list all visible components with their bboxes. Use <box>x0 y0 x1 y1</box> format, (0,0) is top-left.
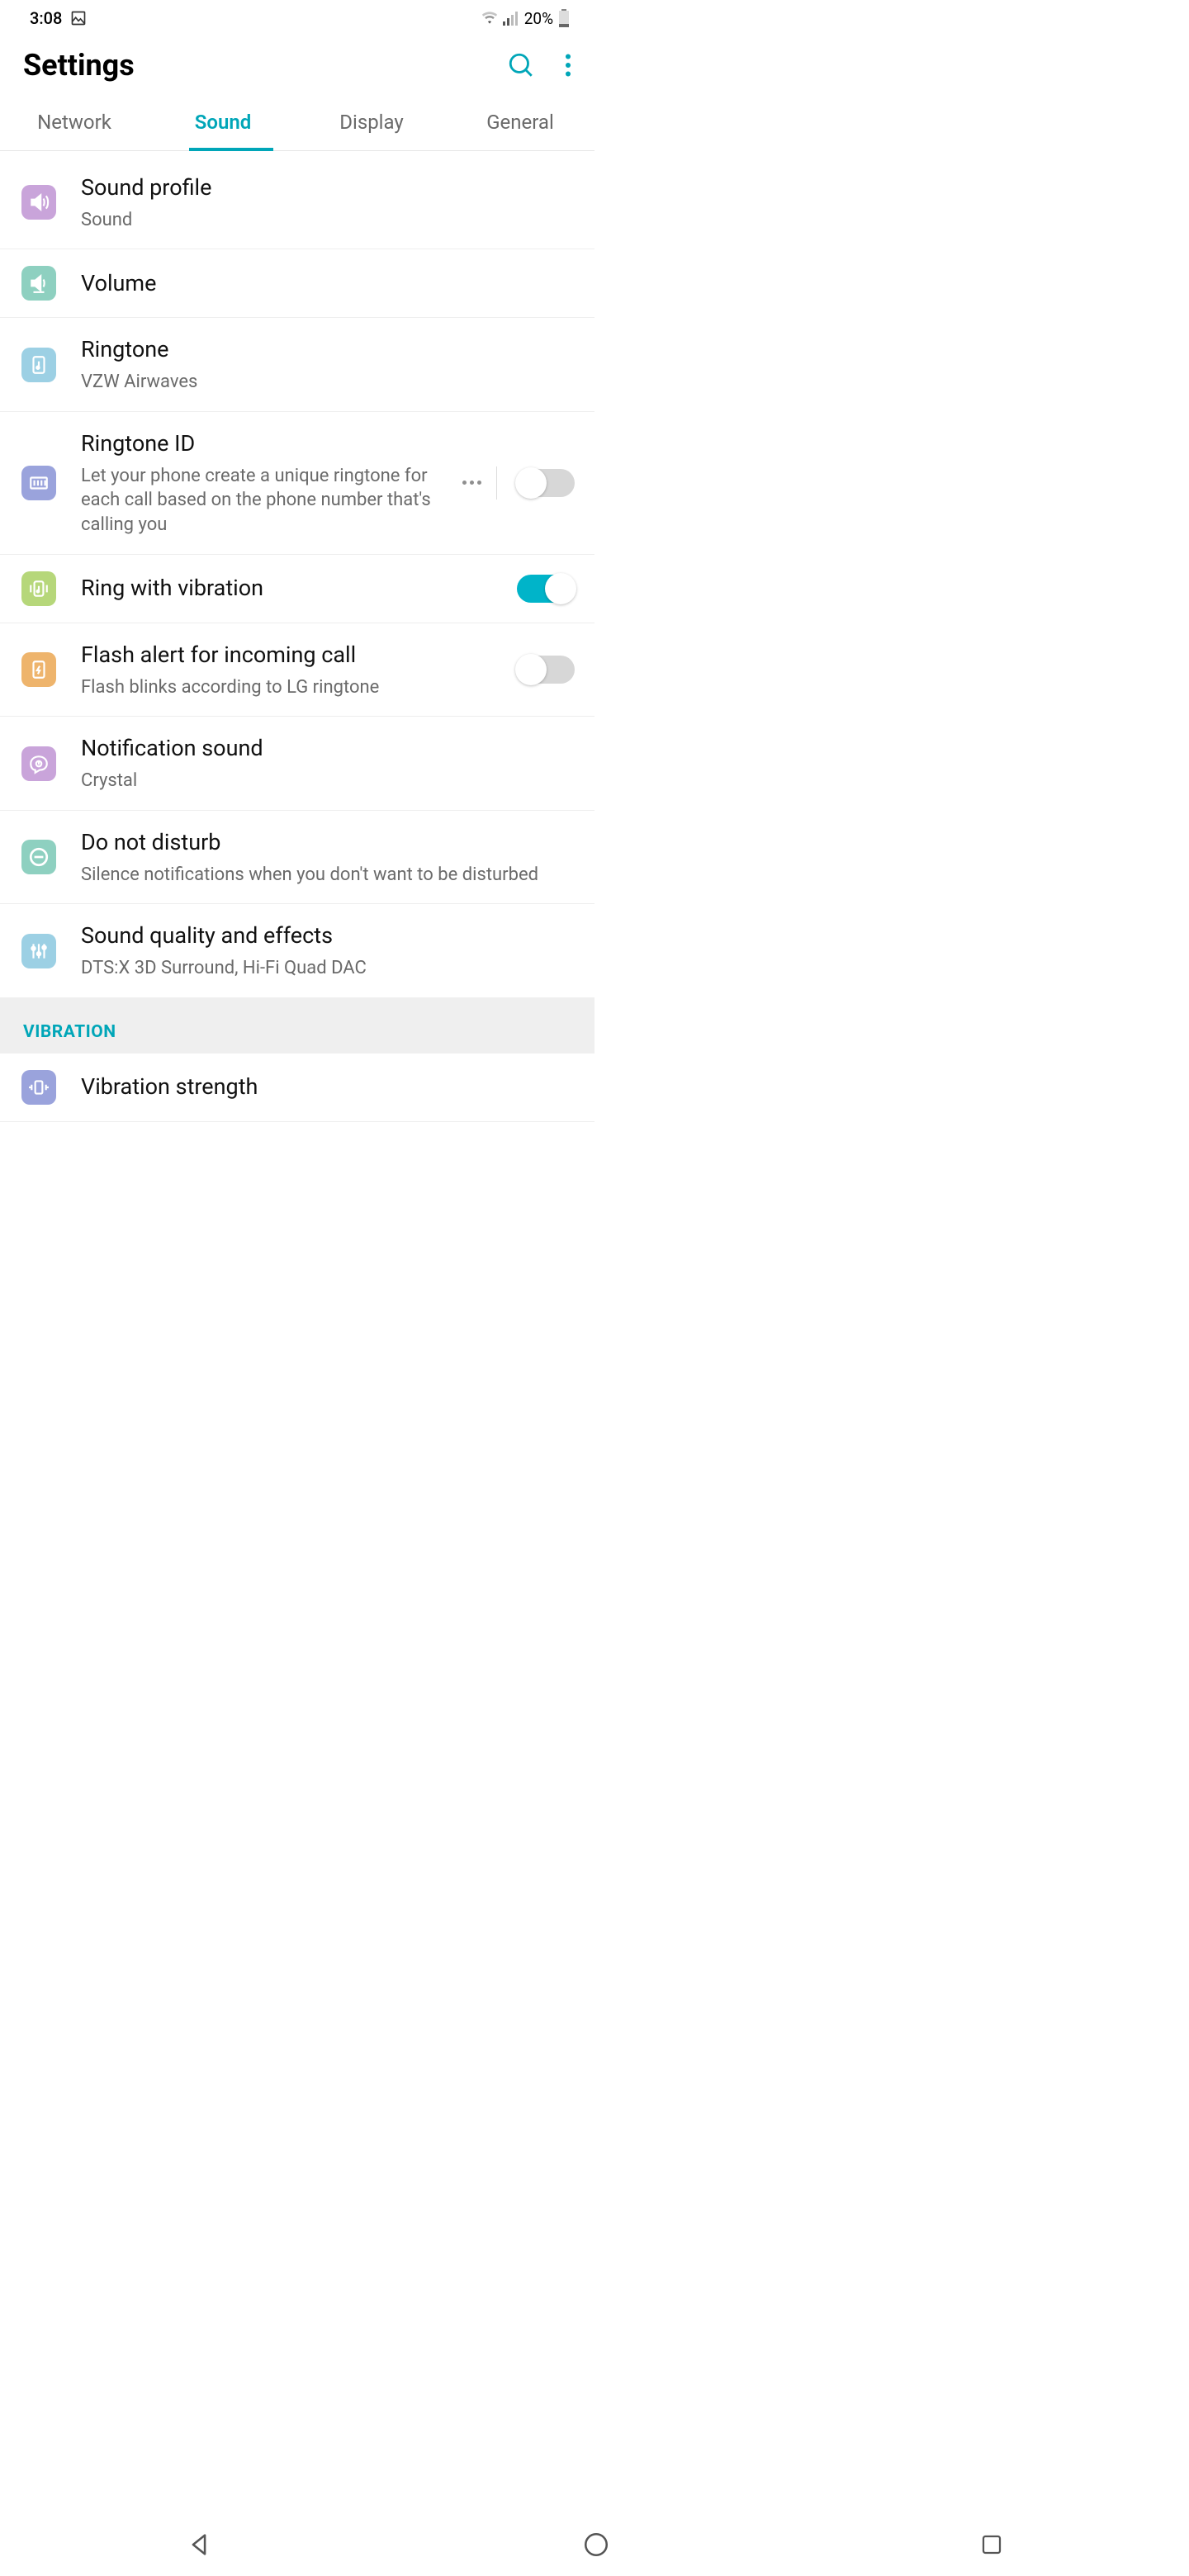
tab-sound[interactable]: Sound <box>149 97 297 150</box>
tab-label: Sound <box>195 111 252 134</box>
row-ringtone-id[interactable]: Ringtone ID Let your phone create a uniq… <box>0 412 594 555</box>
row-body: Sound profile Sound <box>81 173 575 232</box>
row-body: Ring with vibration <box>81 573 517 604</box>
sound-profile-icon <box>21 185 56 220</box>
row-subtitle: Sound <box>81 208 566 233</box>
more-icon[interactable] <box>462 481 481 485</box>
dnd-icon <box>21 840 56 874</box>
row-title: Ringtone ID <box>81 429 454 460</box>
row-subtitle: Let your phone create a unique ringtone … <box>81 464 454 537</box>
row-body: Sound quality and effects DTS:X 3D Surro… <box>81 921 575 980</box>
wifi-icon <box>481 11 498 26</box>
search-icon[interactable] <box>507 51 535 79</box>
row-title: Ring with vibration <box>81 573 509 604</box>
row-ring-with-vibration[interactable]: Ring with vibration <box>0 555 594 623</box>
tabs: Network Sound Display General <box>0 97 594 151</box>
row-title: Sound quality and effects <box>81 921 566 952</box>
row-vibration-strength[interactable]: Vibration strength <box>0 1054 594 1122</box>
tab-display[interactable]: Display <box>297 97 446 150</box>
row-extra <box>462 466 575 500</box>
row-flash-alert[interactable]: Flash alert for incoming call Flash blin… <box>0 623 594 717</box>
row-body: Vibration strength <box>81 1072 575 1103</box>
row-extra <box>517 656 575 684</box>
android-nav-bar <box>0 2517 1189 2576</box>
row-ringtone[interactable]: Ringtone VZW Airwaves <box>0 318 594 411</box>
row-subtitle: Crystal <box>81 769 566 793</box>
ringtone-icon <box>21 348 56 382</box>
row-body: Notification sound Crystal <box>81 733 575 793</box>
tab-label: Network <box>37 111 111 134</box>
app-header: Settings <box>0 36 594 97</box>
ringtone-id-icon <box>21 466 56 500</box>
row-title: Volume <box>81 268 566 300</box>
vibration-strength-icon <box>21 1070 56 1105</box>
recent-apps-icon[interactable] <box>979 2532 1004 2560</box>
row-extra <box>517 575 575 603</box>
flash-alert-icon <box>21 652 56 687</box>
signal-icon <box>503 11 519 26</box>
battery-percent: 20% <box>524 9 553 28</box>
settings-list: Sound profile Sound Volume Ringtone VZW … <box>0 151 594 1122</box>
row-title: Flash alert for incoming call <box>81 640 509 671</box>
volume-icon <box>21 266 56 301</box>
status-right: 20% <box>481 9 570 28</box>
battery-icon <box>558 9 570 27</box>
sound-quality-icon <box>21 934 56 968</box>
row-title: Do not disturb <box>81 827 566 859</box>
row-sound-quality[interactable]: Sound quality and effects DTS:X 3D Surro… <box>0 904 594 997</box>
row-subtitle: DTS:X 3D Surround, Hi-Fi Quad DAC <box>81 956 566 981</box>
row-subtitle: Silence notifications when you don't wan… <box>81 863 566 888</box>
row-body: Ringtone ID Let your phone create a uniq… <box>81 429 462 537</box>
row-title: Sound profile <box>81 173 566 204</box>
row-subtitle: VZW Airwaves <box>81 370 566 395</box>
header-actions <box>507 51 571 79</box>
tab-network[interactable]: Network <box>0 97 149 150</box>
row-body: Flash alert for incoming call Flash blin… <box>81 640 517 699</box>
picture-icon <box>70 10 87 26</box>
back-icon[interactable] <box>185 2531 213 2562</box>
tab-label: General <box>486 111 554 134</box>
overflow-menu-icon[interactable] <box>565 54 571 77</box>
row-sound-profile[interactable]: Sound profile Sound <box>0 151 594 249</box>
row-subtitle: Flash blinks according to LG ringtone <box>81 675 509 700</box>
ring-vibration-icon <box>21 571 56 606</box>
tab-general[interactable]: General <box>446 97 594 150</box>
status-time: 3:08 <box>30 8 62 28</box>
row-body: Do not disturb Silence notifications whe… <box>81 827 575 887</box>
page-title: Settings <box>23 48 507 83</box>
toggle-flash-alert[interactable] <box>517 656 575 684</box>
status-left: 3:08 <box>30 8 87 28</box>
home-icon[interactable] <box>582 2531 610 2562</box>
notification-sound-icon <box>21 746 56 781</box>
row-title: Notification sound <box>81 733 566 765</box>
status-bar: 3:08 20% <box>0 0 594 36</box>
tab-label: Display <box>339 111 404 134</box>
row-do-not-disturb[interactable]: Do not disturb Silence notifications whe… <box>0 811 594 904</box>
row-body: Volume <box>81 268 575 300</box>
row-title: Vibration strength <box>81 1072 566 1103</box>
row-title: Ringtone <box>81 334 566 366</box>
row-notification-sound[interactable]: Notification sound Crystal <box>0 717 594 810</box>
section-vibration: VIBRATION <box>0 997 594 1054</box>
row-body: Ringtone VZW Airwaves <box>81 334 575 394</box>
toggle-ring-vibration[interactable] <box>517 575 575 603</box>
divider <box>496 466 497 500</box>
toggle-ringtone-id[interactable] <box>517 469 575 497</box>
row-volume[interactable]: Volume <box>0 249 594 318</box>
